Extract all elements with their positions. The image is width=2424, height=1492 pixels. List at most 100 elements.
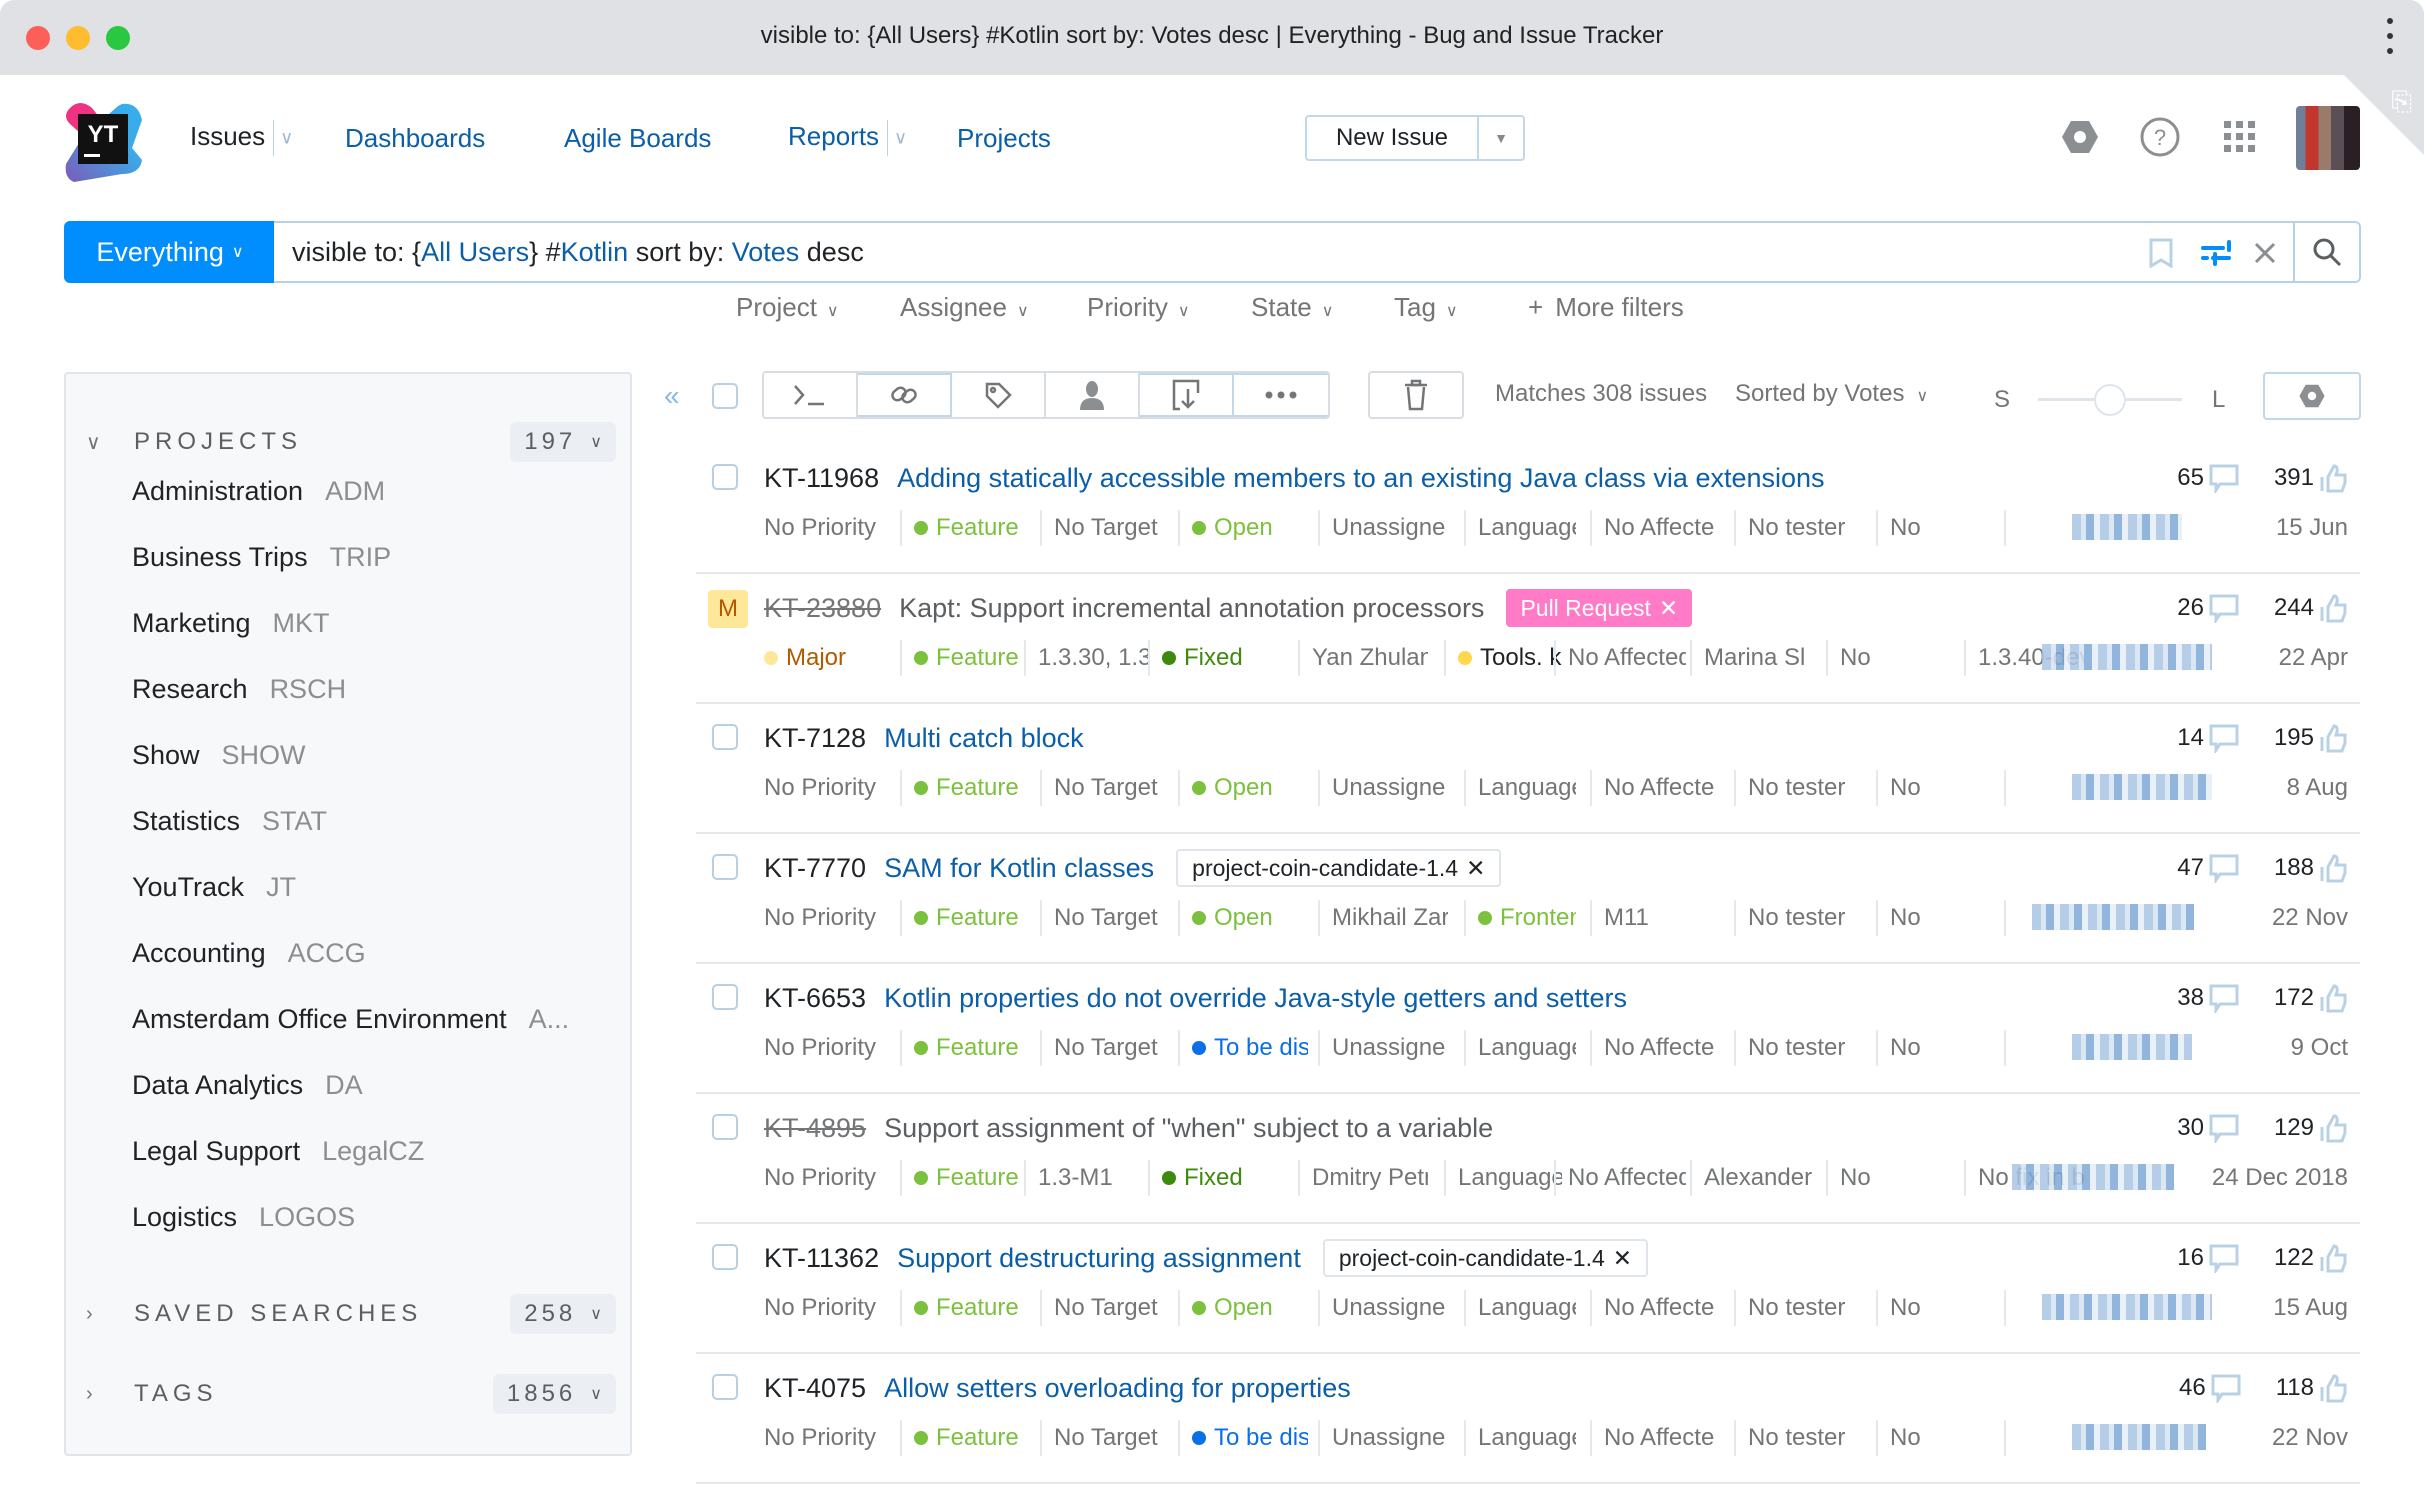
issue-field[interactable]: Open <box>1178 1290 1308 1326</box>
sidebar-project-item[interactable]: Show SHOW <box>132 740 306 771</box>
issue-field[interactable]: Alexander <box>1690 1160 1816 1196</box>
issue-field[interactable]: Open <box>1178 900 1308 936</box>
youtrack-logo[interactable]: YT <box>62 98 146 182</box>
issue-field[interactable]: Frontend <box>1464 900 1576 936</box>
sidebar-project-item[interactable]: Accounting ACCG <box>132 938 366 969</box>
issue-field[interactable]: No Priority <box>764 1030 882 1066</box>
issue-row[interactable]: KT-4895 Support assignment of "when" subj… <box>696 1094 2360 1224</box>
issue-field[interactable]: Feature <box>900 1290 1022 1326</box>
issue-field[interactable]: To be discussed <box>1178 1420 1308 1456</box>
issue-summary-link[interactable]: SAM for Kotlin classes <box>884 853 1154 884</box>
link-button[interactable] <box>858 373 952 417</box>
issue-field[interactable]: No <box>1876 1420 2006 1456</box>
tag-button[interactable] <box>952 373 1046 417</box>
remove-tag-icon[interactable]: ✕ <box>1659 595 1678 622</box>
window-menu-icon[interactable] <box>2386 18 2394 54</box>
issue-field[interactable]: No tester <box>1734 1420 1864 1456</box>
issue-row[interactable]: M KT-23880 Kapt: Support incremental annot… <box>696 574 2360 704</box>
nav-dashboards[interactable]: Dashboards <box>345 123 485 154</box>
issue-field[interactable]: No Affected <box>1554 640 1686 676</box>
filter-assignee[interactable]: Assignee ∨ <box>900 292 1029 323</box>
issue-field[interactable]: Marina Sl <box>1690 640 1816 676</box>
more-actions-button[interactable] <box>1234 373 1328 417</box>
issue-field[interactable]: No <box>1876 900 2006 936</box>
filter-settings-icon[interactable] <box>2199 235 2235 271</box>
issue-field[interactable]: No <box>1876 1030 2006 1066</box>
issue-field[interactable]: No Affected <box>1554 1160 1686 1196</box>
issue-field[interactable]: Unassigne <box>1318 1420 1448 1456</box>
issue-field[interactable]: Dmitry Petrov <box>1298 1160 1428 1196</box>
issue-id[interactable]: KT-4075 <box>764 1373 866 1404</box>
issue-row[interactable]: KT-7770 SAM for Kotlin classes project-coi… <box>696 834 2360 964</box>
issue-field[interactable]: Feature <box>900 1420 1022 1456</box>
issue-field[interactable]: No Affecte <box>1590 1030 1722 1066</box>
issue-summary-link[interactable]: Kotlin properties do not override Java-s… <box>884 983 1627 1014</box>
reporter-name-blurred[interactable] <box>2072 1424 2206 1450</box>
sidebar-section-tags[interactable]: › TAGS 1856 ∨ <box>86 1374 616 1414</box>
issue-field[interactable]: No <box>1876 770 2006 806</box>
issue-field[interactable]: No Affecte <box>1590 1420 1722 1456</box>
issue-field[interactable]: No Affecte <box>1590 1290 1722 1326</box>
votes-counter[interactable]: 244 <box>2274 593 2348 623</box>
issue-field[interactable]: No Priority <box>764 1160 882 1196</box>
issue-field[interactable]: No <box>1826 640 1956 676</box>
sidebar-project-item[interactable]: Statistics STAT <box>132 806 327 837</box>
reporter-name-blurred[interactable] <box>2032 904 2194 930</box>
more-filters-button[interactable]: + More filters <box>1528 292 1684 323</box>
select-all-checkbox[interactable] <box>712 383 738 409</box>
issue-id[interactable]: KT-23880 <box>764 593 881 624</box>
reporter-name-blurred[interactable] <box>2072 774 2212 800</box>
chevron-down-icon[interactable]: ∨ <box>86 430 116 455</box>
comments-counter[interactable]: 38 <box>2177 983 2240 1013</box>
avatar[interactable] <box>2296 106 2360 170</box>
issue-field[interactable]: No Priority <box>764 510 882 546</box>
issue-checkbox[interactable] <box>712 854 738 880</box>
chevron-down-icon[interactable]: ∨ <box>894 128 907 148</box>
issue-summary-link[interactable]: Allow setters overloading for properties <box>884 1373 1351 1404</box>
issue-summary-link[interactable]: Adding statically accessible members to … <box>897 463 1824 494</box>
issue-field[interactable]: Feature <box>900 770 1022 806</box>
reporter-name-blurred[interactable] <box>2042 644 2212 670</box>
comments-counter[interactable]: 30 <box>2177 1113 2240 1143</box>
apps-grid-icon[interactable] <box>2215 112 2265 162</box>
issue-checkbox[interactable] <box>712 1114 738 1140</box>
issue-checkbox[interactable] <box>712 1374 738 1400</box>
issue-field[interactable]: Yan Zhulanow <box>1298 640 1428 676</box>
search-query[interactable]: visible to: {All Users} #Kotlin sort by:… <box>292 237 864 268</box>
votes-counter[interactable]: 118 <box>2276 1373 2348 1403</box>
issue-field[interactable]: No tester <box>1734 770 1864 806</box>
issue-field[interactable]: No Target <box>1040 510 1164 546</box>
issue-field[interactable]: No Target <box>1040 1420 1164 1456</box>
issue-field[interactable]: Feature <box>900 510 1022 546</box>
download-button[interactable] <box>1140 373 1234 417</box>
filter-priority[interactable]: Priority ∨ <box>1087 292 1190 323</box>
issue-tag[interactable]: project-coin-candidate-1.4 ✕ <box>1322 1239 1649 1277</box>
sidebar-project-item[interactable]: Legal Support LegalCZ <box>132 1136 424 1167</box>
issue-field[interactable]: No tester <box>1734 1030 1864 1066</box>
comments-counter[interactable]: 16 <box>2177 1243 2240 1273</box>
issue-id[interactable]: KT-4895 <box>764 1113 866 1144</box>
issue-field[interactable]: No <box>1876 510 2006 546</box>
list-settings-button[interactable] <box>2263 372 2361 420</box>
delete-button[interactable] <box>1368 371 1464 419</box>
sidebar-project-item[interactable]: Data Analytics DA <box>132 1070 363 1101</box>
issue-field[interactable]: No <box>1876 1290 2006 1326</box>
comments-counter[interactable]: 47 <box>2177 853 2240 883</box>
issue-field[interactable]: Feature <box>900 900 1022 936</box>
issue-id[interactable]: KT-7128 <box>764 723 866 754</box>
issue-field[interactable]: Language <box>1464 770 1576 806</box>
filter-state[interactable]: State ∨ <box>1251 292 1333 323</box>
new-issue-dropdown-icon[interactable]: ▼ <box>1479 117 1523 159</box>
issue-field[interactable]: M11 <box>1590 900 1722 936</box>
issue-field[interactable]: Unassigne <box>1318 510 1448 546</box>
issue-field[interactable]: Open <box>1178 510 1308 546</box>
search-input[interactable]: visible to: {All Users} #Kotlin sort by:… <box>274 221 2361 283</box>
issue-field[interactable]: Open <box>1178 770 1308 806</box>
issue-row[interactable]: KT-6653 Kotlin properties do not override… <box>696 964 2360 1094</box>
projects-count-dropdown[interactable]: 197 ∨ <box>510 422 616 462</box>
votes-counter[interactable]: 195 <box>2274 723 2348 753</box>
votes-counter[interactable]: 122 <box>2274 1243 2348 1273</box>
issue-field[interactable]: 1.3-M1 <box>1024 1160 1148 1196</box>
issue-row[interactable]: KT-11968 Adding statically accessible mem… <box>696 444 2360 574</box>
issue-field[interactable]: No Target <box>1040 770 1164 806</box>
